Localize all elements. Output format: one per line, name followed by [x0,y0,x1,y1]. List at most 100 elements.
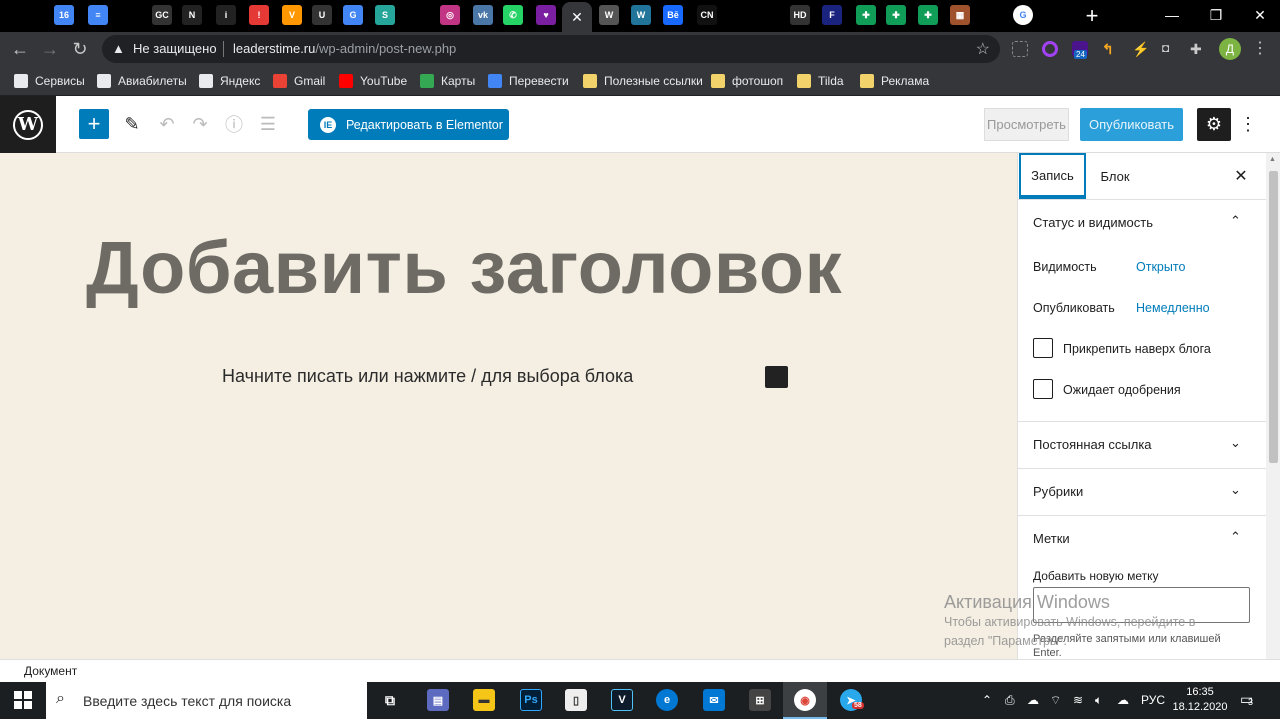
hook-extension-icon[interactable]: ↰ [1102,41,1118,57]
publish-time-link[interactable]: Немедленно [1136,301,1210,315]
scrollbar-thumb[interactable] [1269,171,1278,463]
edge-icon[interactable]: e [656,689,678,711]
bookmark-item[interactable]: Авиабилеты [97,72,187,90]
back-arrow-icon[interactable]: ← [8,37,32,61]
sheets-tab-2[interactable]: ✚ [886,5,906,25]
new-tab-button[interactable]: + [1080,3,1104,28]
sheets-tab-1[interactable]: ✚ [856,5,876,25]
bookmark-item[interactable]: Сервисы [14,72,85,90]
maximize-button[interactable]: ❐ [1201,4,1231,26]
info-icon[interactable]: ⓘ [222,111,246,137]
bookmark-item[interactable]: фотошоп [711,72,783,90]
redo-icon[interactable]: ↷ [188,111,212,137]
post-title-input[interactable]: Добавить заголовок [86,225,842,310]
status-visibility-panel[interactable]: Статус и видимость ⌃ [1018,199,1266,245]
color-extension-icon[interactable] [1042,41,1058,57]
profile-avatar[interactable]: Д [1219,38,1241,60]
tray-device-icon[interactable]: ⎙ [1005,693,1015,708]
telegram-icon[interactable]: ➤ 58 [840,689,864,711]
wordpress-tab-1[interactable]: W [599,5,619,25]
undo-icon[interactable]: ↶ [155,111,179,137]
volume-icon[interactable]: 🔈︎ [1095,693,1102,708]
scroll-up-icon[interactable]: ▲ [1269,156,1276,163]
behance-tab[interactable]: Bē [663,5,683,25]
whatsapp-tab[interactable]: ✆ [503,5,523,25]
notion-tab[interactable]: N [182,5,202,25]
publish-button[interactable]: Опубликовать [1080,108,1183,141]
gc-tab[interactable]: GC [152,5,172,25]
wordpress-tab-2[interactable]: W [631,5,651,25]
pencil-tool-icon[interactable]: ✎ [120,111,144,137]
google-calendar-tab[interactable]: 16 [54,5,74,25]
file-explorer-pdf-icon[interactable]: ▤ [427,689,449,711]
categories-panel[interactable]: Рубрики ⌄ [1018,468,1266,514]
instagram-tab[interactable]: ◎ [440,5,460,25]
list-view-icon[interactable]: ☰ [256,111,280,137]
bookmark-item[interactable]: Перевести [488,72,569,90]
translate-tab[interactable]: G [343,5,363,25]
browser-menu-icon[interactable]: ⋮ [1252,38,1268,58]
info-tab[interactable]: i [216,5,236,25]
taskbar-search-box[interactable]: ⌕ Введите здесь текст для поиска [46,682,367,719]
hd-tab[interactable]: HD [790,5,810,25]
screenshot-extension-icon[interactable] [1012,41,1028,57]
counter-extension-icon[interactable]: 24 [1072,41,1088,59]
blocks-tab[interactable]: ▦ [950,5,970,25]
reload-icon[interactable]: ↻ [68,37,92,61]
clock[interactable]: 16:35 18.12.2020 [1172,685,1228,715]
store-icon[interactable]: ⊞ [749,689,771,711]
address-bar[interactable]: ▲ Не защищено leaderstime.ru/wp-admin/po… [102,35,1000,63]
tags-panel[interactable]: Метки ⌃ [1018,515,1266,561]
wordpress-logo-icon[interactable]: W [0,96,56,153]
chrome-taskbar-item[interactable]: ◉ [783,682,827,719]
google-tab[interactable]: G [1013,5,1033,25]
tray-chevron-icon[interactable]: ⌃ [982,693,992,707]
bookmark-item[interactable]: Карты [420,72,475,90]
edit-with-elementor-button[interactable]: IE Редактировать в Elementor [308,109,509,140]
minimize-button[interactable]: — [1157,4,1187,26]
preview-button[interactable]: Просмотреть [984,108,1069,141]
tab-block[interactable]: Блок [1090,153,1140,199]
orange-tab[interactable]: V [282,5,302,25]
puzzle-box-icon[interactable]: ◘ [1162,41,1178,57]
google-docs-tab[interactable]: ≡ [88,5,108,25]
bookmark-item[interactable]: Яндекс [199,72,260,90]
bookmark-item[interactable]: Полезные ссылки [583,72,703,90]
photoshop-icon[interactable]: Ps [520,689,542,711]
breadcrumb-document[interactable]: Документ [24,664,77,678]
visibility-link[interactable]: Открыто [1136,260,1185,274]
notification-center-icon[interactable]: ▭ 3 [1240,691,1260,709]
task-view-icon[interactable]: ⧉ [379,689,401,711]
bookmark-item[interactable]: Gmail [273,72,325,90]
heart-tab[interactable]: ♥ [536,5,556,25]
sidebar-scrollbar[interactable]: ▲ [1266,153,1280,659]
sheets-tab-3[interactable]: ✚ [918,5,938,25]
red-tab[interactable]: ! [249,5,269,25]
vk-tab[interactable]: vk [473,5,493,25]
pending-review-checkbox[interactable] [1033,379,1053,399]
skype-tab[interactable]: S [375,5,395,25]
sticky-checkbox[interactable] [1033,338,1053,358]
bookmark-star-icon[interactable]: ☆ [976,39,990,59]
permalink-panel[interactable]: Постоянная ссылка ⌄ [1018,421,1266,467]
cn-tab[interactable]: CN [697,5,717,25]
tab-post[interactable]: Запись [1019,153,1086,199]
bookmark-item[interactable]: YouTube [339,72,407,90]
runner-extension-icon[interactable]: ⚡ [1132,41,1149,57]
f-tab[interactable]: F [822,5,842,25]
settings-gear-icon[interactable]: ⚙ [1197,108,1231,141]
onedrive-icon[interactable]: ☁ [1117,693,1129,707]
paragraph-block-placeholder[interactable]: Начните писать или нажмите / для выбора … [222,366,633,387]
language-indicator[interactable]: РУС [1141,693,1165,707]
url-text[interactable]: leaderstime.ru/wp-admin/post-new.php [233,41,456,56]
vegas-icon[interactable]: V [611,689,633,711]
folder-icon[interactable]: ▬ [473,689,495,711]
active-tab-close-icon[interactable]: ✕ [562,2,592,32]
more-options-icon[interactable]: ⋮ [1239,110,1257,138]
bookmark-item[interactable]: Реклама [860,72,929,90]
bunny-tab[interactable]: U [312,5,332,25]
wifi-icon[interactable]: ≋ [1073,693,1083,707]
close-sidebar-icon[interactable]: ✕ [1230,165,1252,187]
windows-start-icon[interactable] [14,691,32,709]
forward-arrow-icon[interactable]: → [38,37,62,61]
